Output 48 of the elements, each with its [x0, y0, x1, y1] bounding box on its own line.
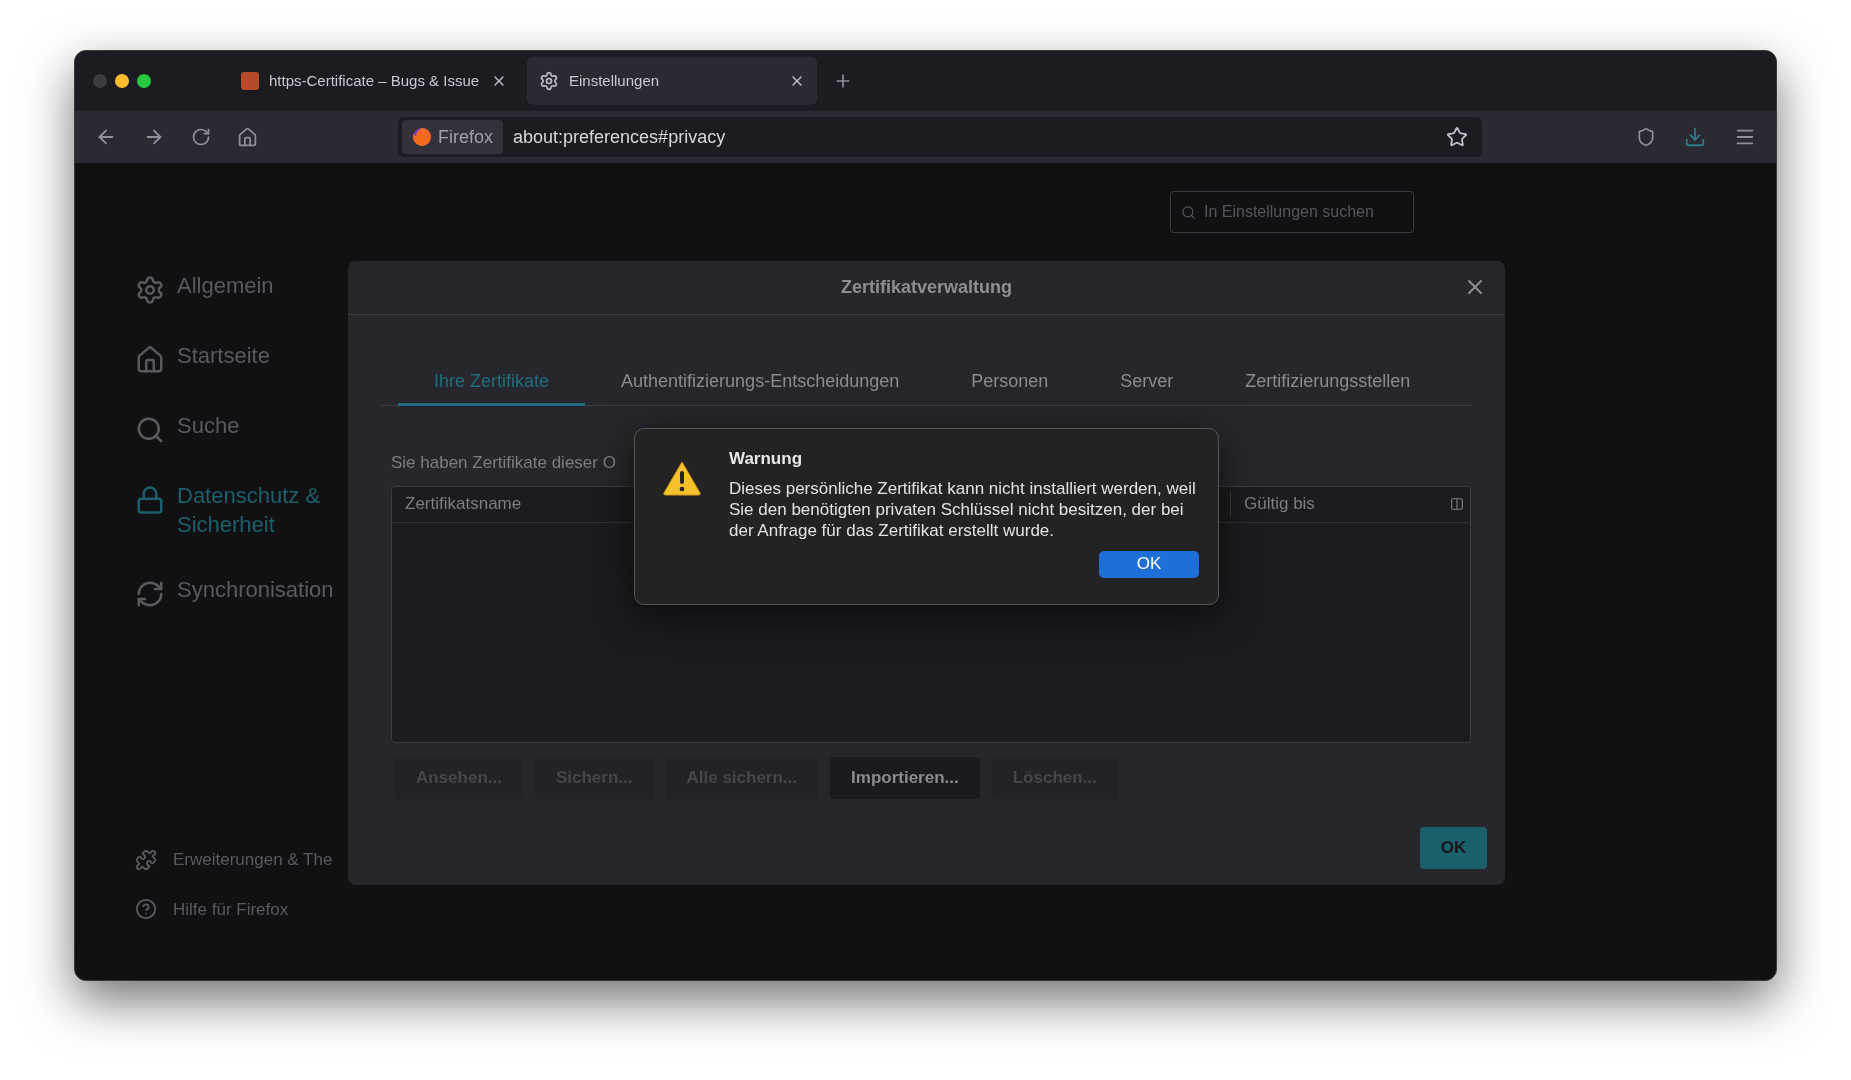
action-button[interactable]: Importieren... — [830, 756, 980, 799]
dialog-tab[interactable]: Personen — [935, 360, 1085, 406]
dialog-tab[interactable]: Zertifizierungsstellen — [1209, 360, 1447, 406]
bookmark-star-icon[interactable] — [1446, 126, 1468, 148]
search-placeholder: In Einstellungen suchen — [1204, 202, 1374, 222]
sidebar-item[interactable]: Suche — [135, 411, 335, 445]
sidebar-item[interactable]: Startseite — [135, 341, 335, 375]
sidebar-footer-link[interactable]: Hilfe für Firefox — [135, 896, 348, 922]
identity-button[interactable]: Firefox — [402, 120, 503, 154]
dialog-tab[interactable]: Ihre Zertifikate — [398, 360, 586, 406]
home-icon — [135, 345, 165, 375]
alert-title: Warnung — [729, 448, 804, 470]
tab-title: Einstellungen — [569, 70, 661, 91]
download-icon[interactable] — [1684, 126, 1706, 148]
dialog-tab[interactable]: Authentifizierungs-Entscheidungen — [585, 360, 936, 406]
search-icon — [135, 415, 165, 445]
favicon-icon — [241, 72, 259, 90]
column-header[interactable]: Gültig bis — [1230, 491, 1450, 517]
dialog-tab[interactable]: Server — [1084, 360, 1210, 406]
minimize-window-icon[interactable] — [115, 74, 129, 88]
firefox-logo-icon — [412, 127, 432, 147]
address-bar[interactable]: Firefox about:preferences#privacy — [398, 117, 1482, 157]
gear-icon — [135, 275, 165, 305]
warning-icon — [662, 460, 702, 496]
search-icon — [1181, 204, 1196, 220]
home-icon[interactable] — [237, 126, 258, 148]
lock-icon — [135, 485, 165, 515]
tab-title: https-Certificate – Bugs & Issue — [269, 70, 481, 91]
reload-icon[interactable] — [191, 127, 211, 147]
description-text: Sie haben Zertifikate dieser O — [391, 452, 616, 474]
sync-icon — [135, 579, 165, 609]
sidebar-item[interactable]: Allgemein — [135, 271, 335, 305]
url-text: about:preferences#privacy — [513, 125, 727, 149]
alert-ok-button[interactable]: OK — [1099, 550, 1199, 578]
sidebar-item[interactable]: Synchronisation — [135, 575, 335, 609]
alert-message: Dieses persönliche Zertifikat kann nicht installiert werden, weil Sie den benötigten privaten Schlüssel nicht besitzen, der bei der Anfrage für das Zertifikat erstellt wurde. — [729, 477, 1197, 541]
gear-icon — [539, 71, 559, 91]
ok-button[interactable]: OK — [1420, 826, 1487, 869]
dialog-title: Zertifikatverwaltung — [840, 276, 1012, 299]
zoom-window-icon[interactable] — [137, 74, 151, 88]
sidebar-footer-link[interactable]: Erweiterungen & The — [135, 847, 348, 873]
search-field[interactable]: In Einstellungen suchen — [1170, 191, 1414, 233]
column-picker-icon[interactable] — [1450, 497, 1464, 511]
help-icon — [135, 898, 157, 921]
browser-tab[interactable]: https-Certificate – Bugs & Issue — [229, 57, 519, 105]
puzzle-icon — [135, 848, 157, 871]
sidebar-item[interactable]: Datenschutz & Sicherheit — [135, 481, 335, 539]
browser-tab[interactable]: Einstellungen — [527, 57, 817, 105]
